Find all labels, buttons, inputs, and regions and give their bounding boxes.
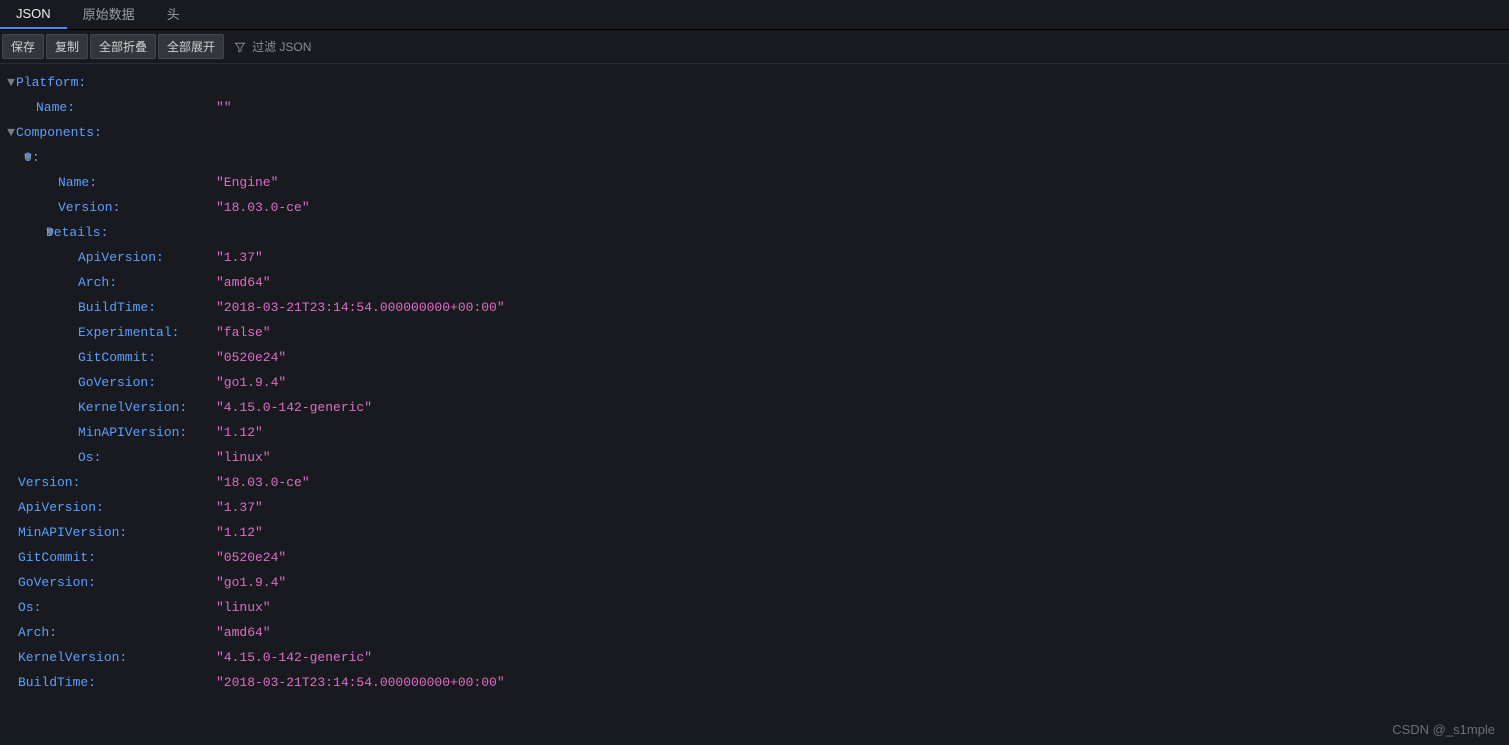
json-value: "1.37"	[216, 245, 263, 270]
json-key: Os	[4, 445, 94, 470]
json-key: Experimental	[4, 320, 172, 345]
tree-row[interactable]: KernelVersion: "4.15.0-142-generic"	[4, 645, 1509, 670]
tab-raw[interactable]: 原始数据	[67, 0, 151, 29]
json-value: "amd64"	[216, 270, 271, 295]
tree-row[interactable]: ▼ Details:	[4, 220, 1509, 245]
json-key: ApiVersion	[4, 495, 96, 520]
json-value: "0520e24"	[216, 545, 286, 570]
json-key: KernelVersion	[4, 395, 179, 420]
json-value: ""	[216, 95, 232, 120]
copy-button[interactable]: 复制	[46, 34, 88, 59]
tree-row[interactable]: GitCommit: "0520e24"	[4, 545, 1509, 570]
tree-row[interactable]: ▼ Platform:	[4, 70, 1509, 95]
tree-row[interactable]: Name: "Engine"	[4, 170, 1509, 195]
json-value: "2018-03-21T23:14:54.000000000+00:00"	[216, 295, 505, 320]
tree-row[interactable]: GitCommit: "0520e24"	[4, 345, 1509, 370]
chevron-down-icon[interactable]: ▼	[4, 220, 46, 245]
json-key: Arch	[4, 620, 49, 645]
tree-row[interactable]: Version: "18.03.0-ce"	[4, 195, 1509, 220]
json-value: "go1.9.4"	[216, 370, 286, 395]
json-key: KernelVersion	[4, 645, 119, 670]
json-key: GitCommit	[4, 545, 88, 570]
json-value: "18.03.0-ce"	[216, 195, 310, 220]
json-value: "1.37"	[216, 495, 263, 520]
json-key: Name	[4, 170, 89, 195]
tree-row[interactable]: GoVersion: "go1.9.4"	[4, 370, 1509, 395]
tree-row[interactable]: ApiVersion: "1.37"	[4, 495, 1509, 520]
json-key: MinAPIVersion	[4, 520, 119, 545]
chevron-down-icon[interactable]: ▼	[4, 145, 24, 170]
json-value: "2018-03-21T23:14:54.000000000+00:00"	[216, 670, 505, 695]
json-key: 0	[24, 145, 32, 170]
tree-row[interactable]: ▼ 0:	[4, 145, 1509, 170]
chevron-down-icon[interactable]: ▼	[4, 120, 16, 145]
json-value: "0520e24"	[216, 345, 286, 370]
save-button[interactable]: 保存	[2, 34, 44, 59]
json-value: "Engine"	[216, 170, 278, 195]
tree-row[interactable]: BuildTime: "2018-03-21T23:14:54.00000000…	[4, 295, 1509, 320]
json-key: Arch	[4, 270, 109, 295]
json-value: "amd64"	[216, 620, 271, 645]
filter-input[interactable]: 过滤 JSON	[226, 35, 319, 58]
json-key: Name	[4, 95, 67, 120]
json-value: "linux"	[216, 595, 271, 620]
json-value: "4.15.0-142-generic"	[216, 395, 372, 420]
json-value: "18.03.0-ce"	[216, 470, 310, 495]
watermark: CSDN @_s1mple	[1392, 722, 1495, 737]
filter-icon	[234, 41, 246, 53]
tree-row[interactable]: BuildTime: "2018-03-21T23:14:54.00000000…	[4, 670, 1509, 695]
tree-row[interactable]: Name: ""	[4, 95, 1509, 120]
json-value: "go1.9.4"	[216, 570, 286, 595]
json-key: BuildTime	[4, 670, 88, 695]
tree-row[interactable]: MinAPIVersion: "1.12"	[4, 520, 1509, 545]
tree-row[interactable]: Os: "linux"	[4, 445, 1509, 470]
tree-row[interactable]: Arch: "amd64"	[4, 620, 1509, 645]
json-key: GoVersion	[4, 370, 148, 395]
json-tree: ▼ Platform: Name: "" ▼ Components: ▼ 0: …	[0, 64, 1509, 695]
json-key: Os	[4, 595, 34, 620]
json-key: GitCommit	[4, 345, 148, 370]
filter-placeholder: 过滤 JSON	[252, 38, 311, 55]
json-key: Version	[4, 195, 113, 220]
json-key: Version	[4, 470, 73, 495]
json-key: GoVersion	[4, 570, 88, 595]
json-key: MinAPIVersion	[4, 420, 179, 445]
tree-row[interactable]: ApiVersion: "1.37"	[4, 245, 1509, 270]
tab-json[interactable]: JSON	[0, 0, 67, 29]
json-key: ApiVersion	[4, 245, 156, 270]
tree-row[interactable]: GoVersion: "go1.9.4"	[4, 570, 1509, 595]
tree-row[interactable]: MinAPIVersion: "1.12"	[4, 420, 1509, 445]
tab-bar: JSON 原始数据 头	[0, 0, 1509, 30]
tree-row[interactable]: ▼ Components:	[4, 120, 1509, 145]
json-value: "false"	[216, 320, 271, 345]
json-key: BuildTime	[4, 295, 148, 320]
json-key: Details	[46, 220, 101, 245]
json-key: Components	[16, 120, 94, 145]
tree-row[interactable]: Arch: "amd64"	[4, 270, 1509, 295]
tree-row[interactable]: Os: "linux"	[4, 595, 1509, 620]
tree-row[interactable]: KernelVersion: "4.15.0-142-generic"	[4, 395, 1509, 420]
json-key: Platform	[16, 70, 78, 95]
collapse-all-button[interactable]: 全部折叠	[90, 34, 156, 59]
tab-headers[interactable]: 头	[151, 0, 196, 29]
json-value: "4.15.0-142-generic"	[216, 645, 372, 670]
chevron-down-icon[interactable]: ▼	[4, 70, 16, 95]
json-value: "linux"	[216, 445, 271, 470]
tree-row[interactable]: Version: "18.03.0-ce"	[4, 470, 1509, 495]
json-value: "1.12"	[216, 420, 263, 445]
json-value: "1.12"	[216, 520, 263, 545]
tree-row[interactable]: Experimental: "false"	[4, 320, 1509, 345]
expand-all-button[interactable]: 全部展开	[158, 34, 224, 59]
toolbar: 保存 复制 全部折叠 全部展开 过滤 JSON	[0, 30, 1509, 64]
